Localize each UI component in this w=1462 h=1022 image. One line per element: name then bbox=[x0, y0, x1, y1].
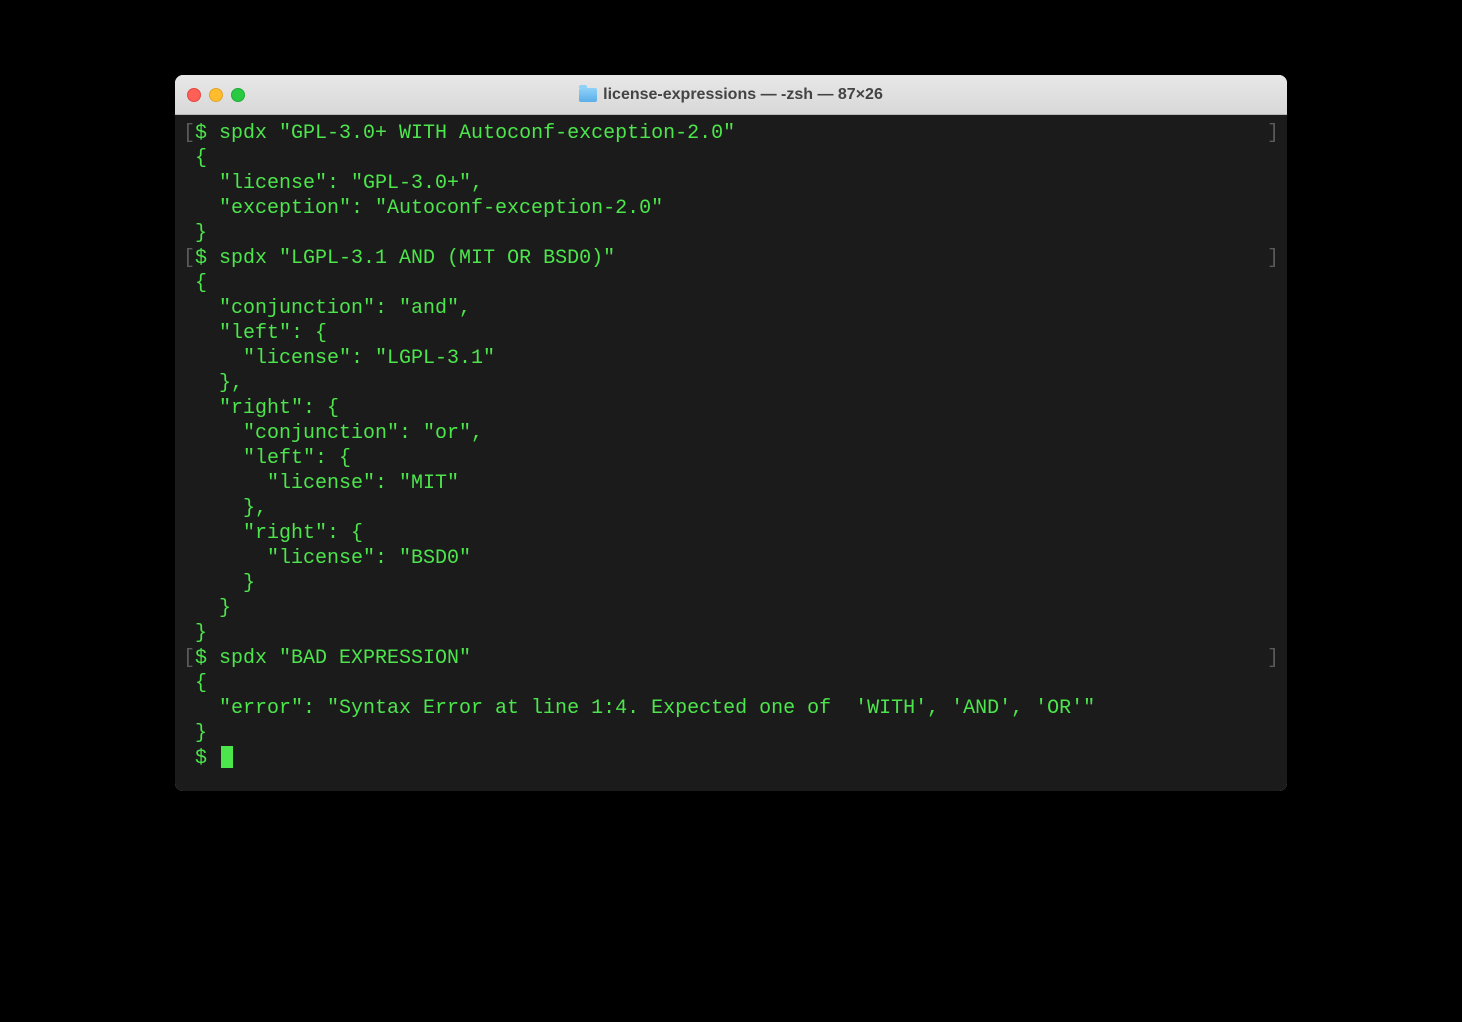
output-text: "right": { bbox=[183, 521, 363, 546]
prompt-text: $ bbox=[183, 746, 219, 771]
terminal-line: "error": "Syntax Error at line 1:4. Expe… bbox=[183, 696, 1279, 721]
output-text: } bbox=[183, 596, 231, 621]
terminal-line: { bbox=[183, 271, 1279, 296]
terminal-line: $ bbox=[183, 746, 1279, 771]
terminal-line: } bbox=[183, 571, 1279, 596]
command-text: $ spdx "GPL-3.0+ WITH Autoconf-exception… bbox=[195, 121, 735, 146]
window-title: license-expressions — -zsh — 87×26 bbox=[603, 86, 883, 104]
output-text: "left": { bbox=[183, 446, 351, 471]
terminal-line: "license": "BSD0" bbox=[183, 546, 1279, 571]
output-text: }, bbox=[183, 371, 243, 396]
terminal-line: "conjunction": "or", bbox=[183, 421, 1279, 446]
terminal-line: { bbox=[183, 671, 1279, 696]
terminal-window: license-expressions — -zsh — 87×26 [$ sp… bbox=[175, 75, 1287, 791]
output-text: "left": { bbox=[183, 321, 327, 346]
terminal-line: "license": "LGPL-3.1" bbox=[183, 346, 1279, 371]
terminal-line: "right": { bbox=[183, 521, 1279, 546]
title-container: license-expressions — -zsh — 87×26 bbox=[175, 86, 1287, 104]
minimize-button[interactable] bbox=[209, 88, 223, 102]
terminal-line: "right": { bbox=[183, 396, 1279, 421]
bracket-left: [ bbox=[183, 646, 195, 671]
terminal-line: } bbox=[183, 596, 1279, 621]
cursor bbox=[221, 746, 233, 768]
output-text: "license": "LGPL-3.1" bbox=[183, 346, 495, 371]
terminal-line: "conjunction": "and", bbox=[183, 296, 1279, 321]
terminal-line: [$ spdx "LGPL-3.1 AND (MIT OR BSD0)"] bbox=[183, 246, 1279, 271]
bracket-right: ] bbox=[1267, 646, 1279, 671]
output-text: { bbox=[183, 671, 207, 696]
output-text: } bbox=[183, 621, 207, 646]
terminal-line: "left": { bbox=[183, 321, 1279, 346]
bracket-left: [ bbox=[183, 246, 195, 271]
terminal-line: { bbox=[183, 146, 1279, 171]
output-text: "conjunction": "and", bbox=[183, 296, 471, 321]
terminal-line: } bbox=[183, 621, 1279, 646]
output-text: "right": { bbox=[183, 396, 339, 421]
command-text: $ spdx "LGPL-3.1 AND (MIT OR BSD0)" bbox=[195, 246, 615, 271]
output-text: } bbox=[183, 721, 207, 746]
folder-icon bbox=[579, 88, 597, 102]
terminal-line: [$ spdx "BAD EXPRESSION"] bbox=[183, 646, 1279, 671]
maximize-button[interactable] bbox=[231, 88, 245, 102]
bracket-right: ] bbox=[1267, 246, 1279, 271]
terminal-line: [$ spdx "GPL-3.0+ WITH Autoconf-exceptio… bbox=[183, 121, 1279, 146]
output-text: "error": "Syntax Error at line 1:4. Expe… bbox=[183, 696, 1095, 721]
titlebar[interactable]: license-expressions — -zsh — 87×26 bbox=[175, 75, 1287, 115]
output-text: "license": "BSD0" bbox=[183, 546, 471, 571]
terminal-line: "license": "MIT" bbox=[183, 471, 1279, 496]
output-text: }, bbox=[183, 496, 267, 521]
output-text: "license": "GPL-3.0+", bbox=[183, 171, 483, 196]
terminal-line: } bbox=[183, 721, 1279, 746]
terminal-line: }, bbox=[183, 371, 1279, 396]
terminal-line: } bbox=[183, 221, 1279, 246]
output-text: } bbox=[183, 221, 207, 246]
close-button[interactable] bbox=[187, 88, 201, 102]
bracket-left: [ bbox=[183, 121, 195, 146]
terminal-line: }, bbox=[183, 496, 1279, 521]
command-text: $ spdx "BAD EXPRESSION" bbox=[195, 646, 471, 671]
output-text: } bbox=[183, 571, 255, 596]
bracket-right: ] bbox=[1267, 121, 1279, 146]
output-text: "license": "MIT" bbox=[183, 471, 459, 496]
traffic-lights bbox=[187, 88, 245, 102]
terminal-line: "left": { bbox=[183, 446, 1279, 471]
output-text: "conjunction": "or", bbox=[183, 421, 483, 446]
terminal-body[interactable]: [$ spdx "GPL-3.0+ WITH Autoconf-exceptio… bbox=[175, 115, 1287, 791]
output-text: { bbox=[183, 271, 207, 296]
terminal-line: "exception": "Autoconf-exception-2.0" bbox=[183, 196, 1279, 221]
output-text: "exception": "Autoconf-exception-2.0" bbox=[183, 196, 663, 221]
output-text: { bbox=[183, 146, 207, 171]
terminal-line: "license": "GPL-3.0+", bbox=[183, 171, 1279, 196]
